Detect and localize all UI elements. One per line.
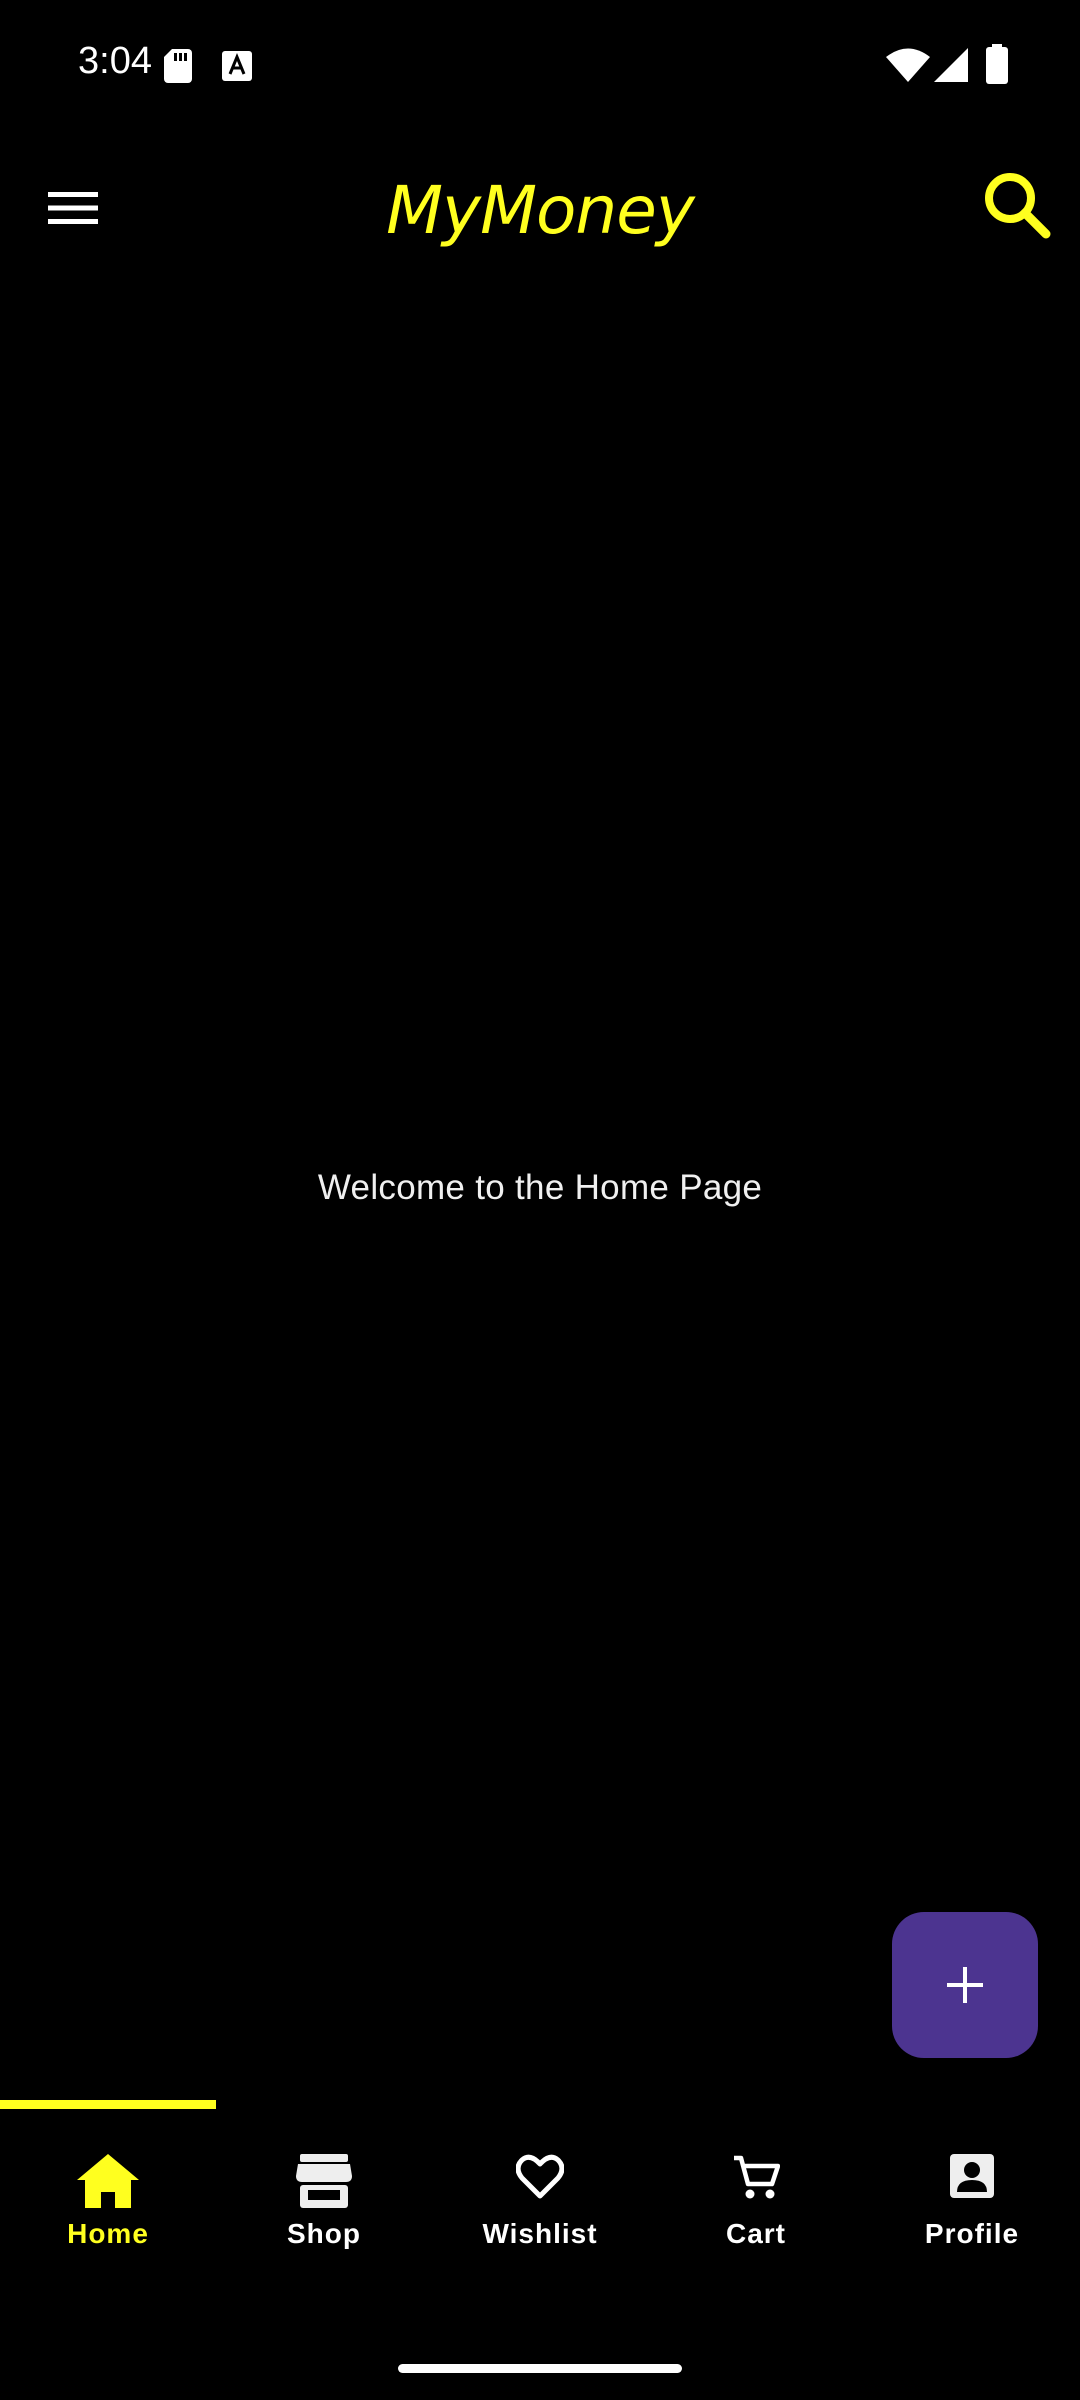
a-notification-icon	[222, 51, 252, 81]
nav-label-shop: Shop	[287, 2218, 361, 2249]
nav-item-cart[interactable]: Cart	[648, 2110, 864, 2260]
nav-active-indicator	[0, 2100, 216, 2109]
profile-icon	[950, 2154, 994, 2198]
nav-label-home: Home	[67, 2218, 149, 2249]
nav-item-home[interactable]: Home	[0, 2110, 216, 2260]
sd-card-icon	[164, 49, 192, 83]
status-bar: 3:04	[0, 0, 1080, 130]
search-icon[interactable]	[982, 170, 1052, 240]
nav-item-shop[interactable]: Shop	[216, 2110, 432, 2260]
nav-label-wishlist: Wishlist	[482, 2218, 598, 2249]
gesture-home-indicator[interactable]	[398, 2364, 682, 2373]
plus-icon	[947, 1967, 983, 2003]
signal-icon	[934, 48, 968, 82]
bottom-nav: Home Shop Wishlist Cart Profile	[0, 2110, 1080, 2260]
store-icon	[296, 2154, 352, 2208]
app-bar: MyMoney	[0, 150, 1080, 260]
nav-item-wishlist[interactable]: Wishlist	[432, 2110, 648, 2260]
status-time: 3:04	[78, 40, 152, 82]
battery-icon	[986, 44, 1008, 84]
nav-label-profile: Profile	[924, 2218, 1020, 2249]
welcome-text: Welcome to the Home Page	[317, 1168, 763, 1207]
wifi-icon	[886, 48, 930, 82]
cart-icon	[734, 2155, 780, 2199]
nav-label-cart: Cart	[725, 2218, 786, 2249]
add-fab-button[interactable]	[892, 1912, 1038, 2058]
nav-item-profile[interactable]: Profile	[864, 2110, 1080, 2260]
app-title: MyMoney	[386, 172, 695, 249]
heart-icon	[516, 2154, 564, 2199]
home-icon	[77, 2154, 139, 2208]
